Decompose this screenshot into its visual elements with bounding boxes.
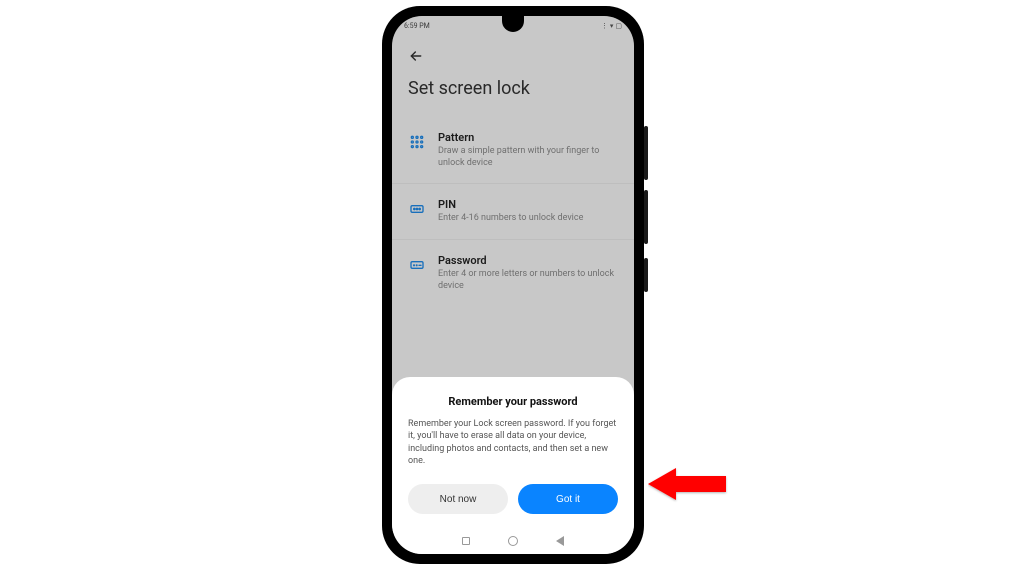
dialog-title: Remember your password	[408, 395, 618, 408]
volume-up-button	[644, 126, 648, 180]
dialog-buttons: Not now Got it	[408, 484, 618, 514]
phone-frame: 6:59 PM ⋮ ▾ ▢ Set screen lock Pattern Dr…	[382, 6, 644, 564]
got-it-button[interactable]: Got it	[518, 484, 618, 514]
nav-recent-icon[interactable]	[462, 537, 470, 545]
screen: 6:59 PM ⋮ ▾ ▢ Set screen lock Pattern Dr…	[392, 16, 634, 554]
android-navbar	[392, 528, 634, 554]
nav-back-icon[interactable]	[556, 536, 564, 546]
volume-down-button	[644, 190, 648, 244]
power-button	[644, 258, 648, 292]
not-now-button[interactable]: Not now	[408, 484, 508, 514]
annotation-arrow-icon	[648, 462, 728, 506]
nav-home-icon[interactable]	[508, 536, 518, 546]
dialog-body: Remember your Lock screen password. If y…	[408, 418, 618, 468]
